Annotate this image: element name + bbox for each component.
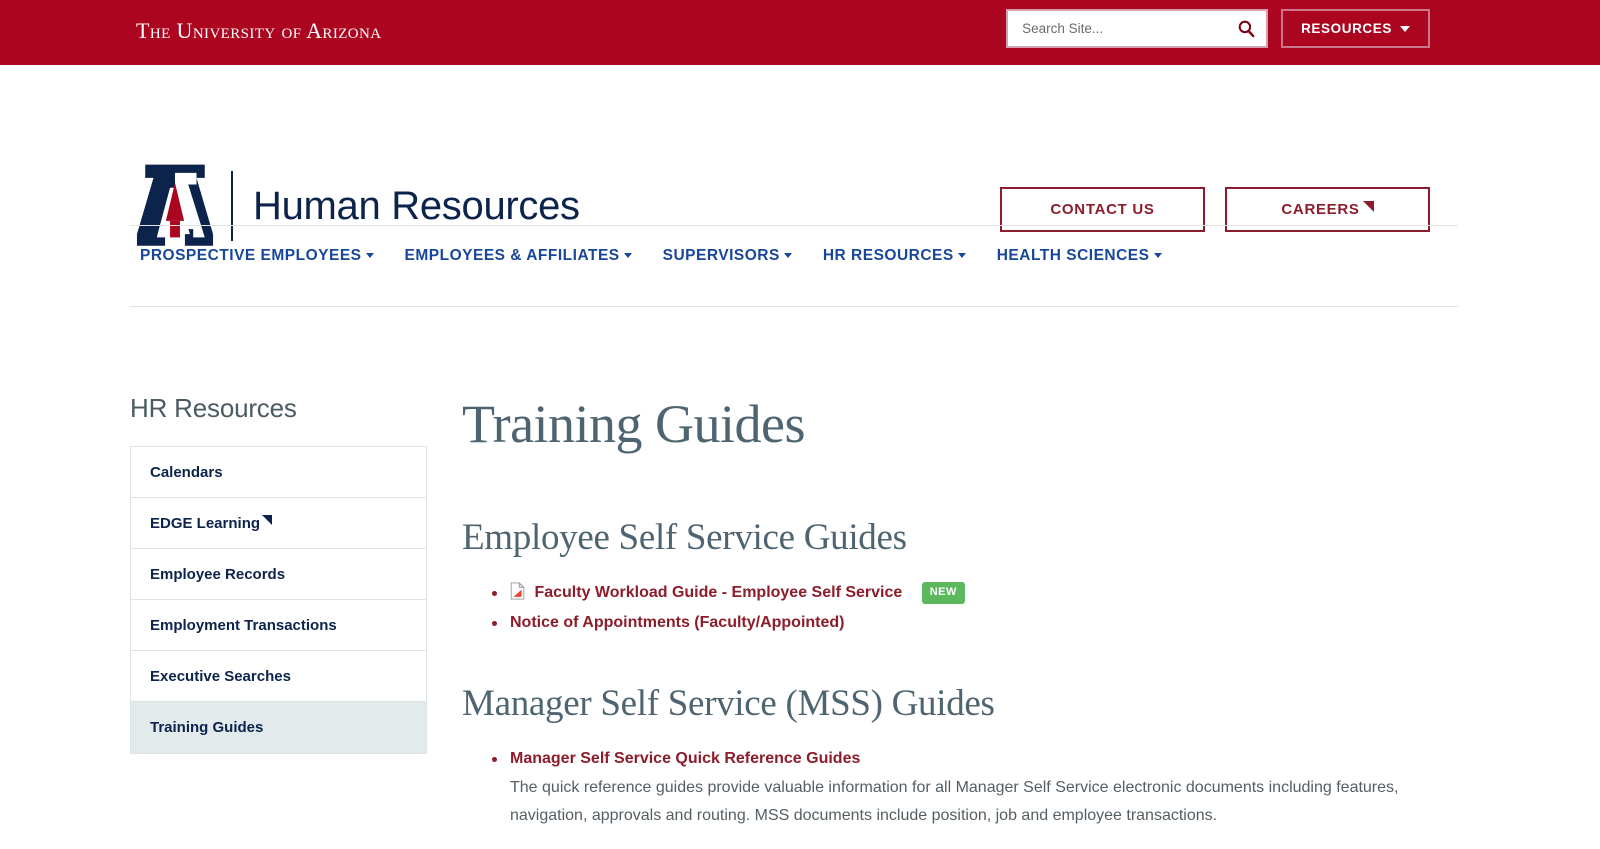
top-utility-bar: The University of Arizona RESOURCES: [0, 0, 1600, 65]
nav-label: HR RESOURCES: [822, 247, 954, 264]
chevron-down-icon: [365, 253, 374, 259]
nav-bottom-divider: [130, 306, 1458, 307]
sidebar-item-label: Employment Transactions: [150, 616, 337, 634]
sidebar-item-employment-transactions[interactable]: Employment Transactions: [131, 600, 426, 651]
nav-label: PROSPECTIVE EMPLOYEES: [140, 247, 362, 264]
nav-item-health-sciences[interactable]: HEALTH SCIENCES: [997, 247, 1162, 265]
sidebar-title: HR Resources: [130, 393, 297, 423]
contact-us-label: CONTACT US: [1050, 201, 1155, 218]
nav-label: HEALTH SCIENCES: [996, 247, 1150, 264]
careers-label: CAREERS: [1281, 201, 1360, 218]
sidebar-item-label: Training Guides: [150, 719, 264, 736]
nav-label: EMPLOYEES & AFFILIATES: [404, 247, 620, 264]
guide-link-notice-of-appointments[interactable]: Notice of Appointments (Faculty/Appointe…: [510, 615, 845, 632]
university-wordmark: The University of Arizona: [136, 18, 382, 43]
chevron-down-icon: [783, 253, 792, 259]
external-link-icon: [1362, 201, 1374, 212]
external-link-icon: [262, 515, 273, 525]
guide-description: The quick reference guides provide valua…: [510, 779, 1399, 824]
nav-items: PROSPECTIVE EMPLOYEES EMPLOYEES & AFFILI…: [140, 247, 1162, 265]
nav-label: SUPERVISORS: [662, 247, 780, 264]
resources-label: RESOURCES: [1301, 21, 1392, 36]
chevron-down-icon: [1153, 253, 1162, 259]
section-heading-employee-self-service: Employee Self Service Guides: [462, 517, 907, 559]
sidebar-list: Calendars EDGE Learning Employee Records…: [130, 446, 427, 754]
sidebar-item-label: Employee Records: [150, 565, 286, 583]
status-badge-new: NEW: [921, 582, 965, 605]
chevron-down-icon: [1400, 25, 1410, 32]
sidebar-item-employee-records[interactable]: Employee Records: [131, 549, 426, 600]
resources-dropdown-button[interactable]: RESOURCES: [1281, 9, 1430, 48]
chevron-down-icon: [957, 253, 966, 259]
list-item: Notice of Appointments (Faculty/Appointe…: [490, 611, 1452, 634]
nav-item-prospective-employees[interactable]: PROSPECTIVE EMPLOYEES: [140, 247, 374, 265]
nav-item-hr-resources[interactable]: HR RESOURCES: [823, 247, 966, 265]
site-search[interactable]: [1006, 9, 1269, 48]
guide-link-faculty-workload[interactable]: Faculty Workload Guide - Employee Self S…: [534, 584, 902, 601]
guide-link-mss-quick-reference[interactable]: Manager Self Service Quick Reference Gui…: [510, 750, 860, 767]
search-icon[interactable]: [1237, 19, 1256, 38]
chevron-down-icon: [623, 253, 632, 259]
nav-item-employees-affiliates[interactable]: EMPLOYEES & AFFILIATES: [405, 247, 632, 265]
top-bar-right-group: RESOURCES: [1006, 9, 1430, 48]
employee-self-service-guide-list: Faculty Workload Guide - Employee Self S…: [462, 581, 1452, 635]
section-sidebar: HR Resources Calendars EDGE Learning Emp…: [130, 393, 427, 754]
list-item: Manager Self Service Quick Reference Gui…: [490, 747, 1452, 829]
sidebar-item-executive-searches[interactable]: Executive Searches: [131, 651, 426, 702]
page-title: Training Guides: [462, 394, 806, 454]
sidebar-item-training-guides[interactable]: Training Guides: [131, 702, 426, 753]
department-name: Human Resources: [253, 184, 580, 228]
sidebar-item-label: Executive Searches: [150, 667, 291, 685]
sidebar-item-calendars[interactable]: Calendars: [131, 447, 426, 498]
primary-navigation: PROSPECTIVE EMPLOYEES EMPLOYEES & AFFILI…: [0, 225, 1600, 309]
search-input[interactable]: [1022, 21, 1238, 36]
pdf-icon: [510, 581, 525, 600]
main-column: Training Guides Employee Self Service Gu…: [462, 393, 1452, 836]
section-heading-manager-self-service: Manager Self Service (MSS) Guides: [462, 682, 995, 724]
manager-self-service-guide-list: Manager Self Service Quick Reference Gui…: [462, 747, 1452, 829]
nav-top-divider: [130, 225, 1458, 226]
list-item: Faculty Workload Guide - Employee Self S…: [490, 581, 1452, 605]
nav-item-supervisors[interactable]: SUPERVISORS: [663, 247, 792, 265]
sidebar-item-edge-learning[interactable]: EDGE Learning: [131, 498, 426, 549]
sidebar-item-label: EDGE Learning: [150, 514, 261, 532]
sidebar-item-label: Calendars: [150, 463, 223, 481]
brand-header: Human Resources CONTACT US CAREERS: [0, 65, 1600, 246]
